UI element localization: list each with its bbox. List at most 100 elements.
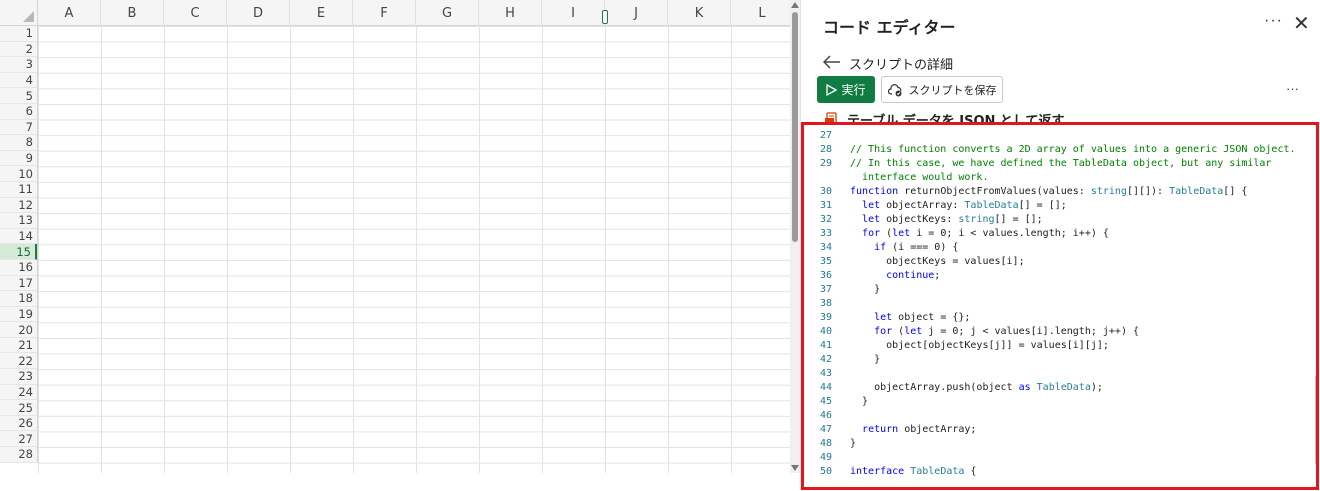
code-text: objectKeys = values[i]; (850, 255, 1025, 267)
row-header-9[interactable]: 9 (0, 151, 37, 167)
column-header-c[interactable]: C (164, 0, 227, 26)
code-text: interface TableData { (850, 465, 977, 477)
scroll-up-arrow-icon[interactable] (791, 2, 799, 8)
column-header-k[interactable]: K (668, 0, 731, 26)
save-label: スクリプトを保存 (908, 83, 997, 97)
code-line: interface would work. (804, 170, 1304, 184)
column-header-d[interactable]: D (227, 0, 290, 26)
column-header-g[interactable]: G (416, 0, 479, 26)
row-header-13[interactable]: 13 (0, 213, 37, 229)
line-number: 28 (819, 143, 832, 155)
back-label: スクリプトの詳細 (849, 58, 954, 73)
code-line: 46 (804, 408, 1304, 422)
cell-grid[interactable] (38, 26, 790, 473)
row-header-17[interactable]: 17 (0, 276, 37, 292)
column-header-l[interactable]: L (731, 0, 790, 26)
row-header-21[interactable]: 21 (0, 338, 37, 354)
row-header-18[interactable]: 18 (0, 291, 37, 307)
code-text: // In this case, we have defined the Tab… (850, 157, 1272, 169)
code-line: 45 } (804, 394, 1304, 408)
scrollbar-thumb[interactable] (792, 12, 798, 242)
cloud-save-icon (887, 83, 901, 96)
line-number: 31 (819, 199, 832, 211)
selected-cell-indicator (602, 10, 608, 24)
row-header-23[interactable]: 23 (0, 369, 37, 385)
code-line: 30 function returnObjectFromValues(values… (804, 184, 1304, 198)
code-line: 49 (804, 450, 1304, 464)
line-number: 45 (819, 395, 832, 407)
select-all-corner[interactable] (0, 0, 38, 26)
row-header-2[interactable]: 2 (0, 42, 37, 58)
code-line: 34 if (i === 0) { (804, 240, 1304, 254)
line-number: 27 (819, 129, 832, 141)
code-line: 35 objectKeys = values[i]; (804, 254, 1304, 268)
column-header-a[interactable]: A (38, 0, 101, 26)
line-number: 40 (819, 325, 832, 337)
sheet-vertical-scrollbar[interactable] (790, 0, 800, 473)
column-header-i[interactable]: I (542, 0, 605, 26)
row-header-27[interactable]: 27 (0, 431, 37, 448)
code-line: 48} (804, 436, 1304, 450)
pane-title: コード エディター (823, 18, 956, 37)
row-header-22[interactable]: 22 (0, 353, 37, 370)
row-header-25[interactable]: 25 (0, 400, 37, 416)
row-header-14[interactable]: 14 (0, 229, 37, 245)
row-header-24[interactable]: 24 (0, 385, 37, 401)
code-line: 41 object[objectKeys[j]] = values[i][j]; (804, 338, 1304, 352)
line-number: 35 (819, 255, 832, 267)
spreadsheet-grid[interactable]: ABCDEFGHIJKL 1 2 3 4 5 6 7 8 9 10 11 12 13 14 15 16 17 18… (0, 0, 790, 473)
code-line: 40 for (let j = 0; j < values[i].length;… (804, 324, 1304, 338)
row-header-26[interactable]: 26 (0, 416, 37, 432)
toolbar-more-button[interactable]: ··· (1286, 81, 1299, 96)
code-text: } (850, 353, 881, 365)
line-number: 49 (819, 451, 832, 463)
code-line: 39 let object = {}; (804, 310, 1304, 324)
code-text: // This function converts a 2D array of … (850, 143, 1296, 155)
code-text: let objectArray: TableData[] = []; (862, 199, 1067, 211)
column-header-j[interactable]: J (605, 0, 668, 26)
play-icon (826, 83, 838, 96)
code-editor-pane: コード エディター ··· ✕ スクリプトの詳細 実行 スクリプトを保存 ···… (800, 0, 1320, 491)
row-header-4[interactable]: 4 (0, 73, 37, 89)
scroll-down-arrow-icon[interactable] (791, 465, 799, 471)
code-text: } (850, 283, 881, 295)
row-header-7[interactable]: 7 (0, 120, 37, 136)
code-editor-area[interactable]: 27 28 // This function converts a 2D array… (801, 122, 1319, 490)
code-line: 27 (804, 128, 1304, 142)
code-text: objectArray.push(object as TableData); (850, 381, 1103, 393)
save-script-button[interactable]: スクリプトを保存 (881, 76, 1003, 103)
column-header-h[interactable]: H (479, 0, 542, 26)
code-scrollbar-thumb[interactable] (1315, 375, 1316, 465)
line-number: 32 (819, 213, 832, 225)
row-header-12[interactable]: 12 (0, 198, 37, 214)
row-header-3[interactable]: 3 (0, 57, 37, 73)
row-header-8[interactable]: 8 (0, 135, 37, 151)
row-header-11[interactable]: 11 (0, 182, 37, 198)
column-header-b[interactable]: B (101, 0, 164, 26)
row-header-19[interactable]: 19 (0, 307, 37, 323)
column-header-f[interactable]: F (353, 0, 416, 26)
run-button[interactable]: 実行 (817, 76, 875, 103)
line-number: 43 (819, 367, 832, 379)
row-header-16[interactable]: 16 (0, 260, 37, 276)
code-line: 50 interface TableData { (804, 464, 1304, 478)
line-number: 41 (819, 339, 832, 351)
row-header-10[interactable]: 10 (0, 166, 37, 182)
select-all-icon (23, 11, 34, 22)
row-header-28[interactable]: 28 (0, 447, 37, 463)
code-line: 31 let objectArray: TableData[] = []; (804, 198, 1304, 212)
pane-more-options-button[interactable]: ··· (1264, 12, 1283, 30)
row-header-15[interactable]: 15 (0, 244, 37, 260)
row-header-1[interactable]: 1 (0, 26, 37, 42)
row-header-5[interactable]: 5 (0, 88, 37, 104)
column-header-e[interactable]: E (290, 0, 353, 26)
row-header-20[interactable]: 20 (0, 322, 37, 338)
code-line: 33 for (let i = 0; i < values.length; i+… (804, 226, 1304, 240)
code-text: if (i === 0) { (874, 241, 959, 253)
code-text: } (850, 395, 869, 407)
code-text: for (let i = 0; i < values.length; i++) … (862, 227, 1109, 239)
code-line: 43 (804, 366, 1304, 380)
back-to-script-details[interactable]: スクリプトの詳細 (822, 53, 954, 74)
row-header-6[interactable]: 6 (0, 104, 37, 120)
close-icon[interactable]: ✕ (1293, 11, 1310, 36)
